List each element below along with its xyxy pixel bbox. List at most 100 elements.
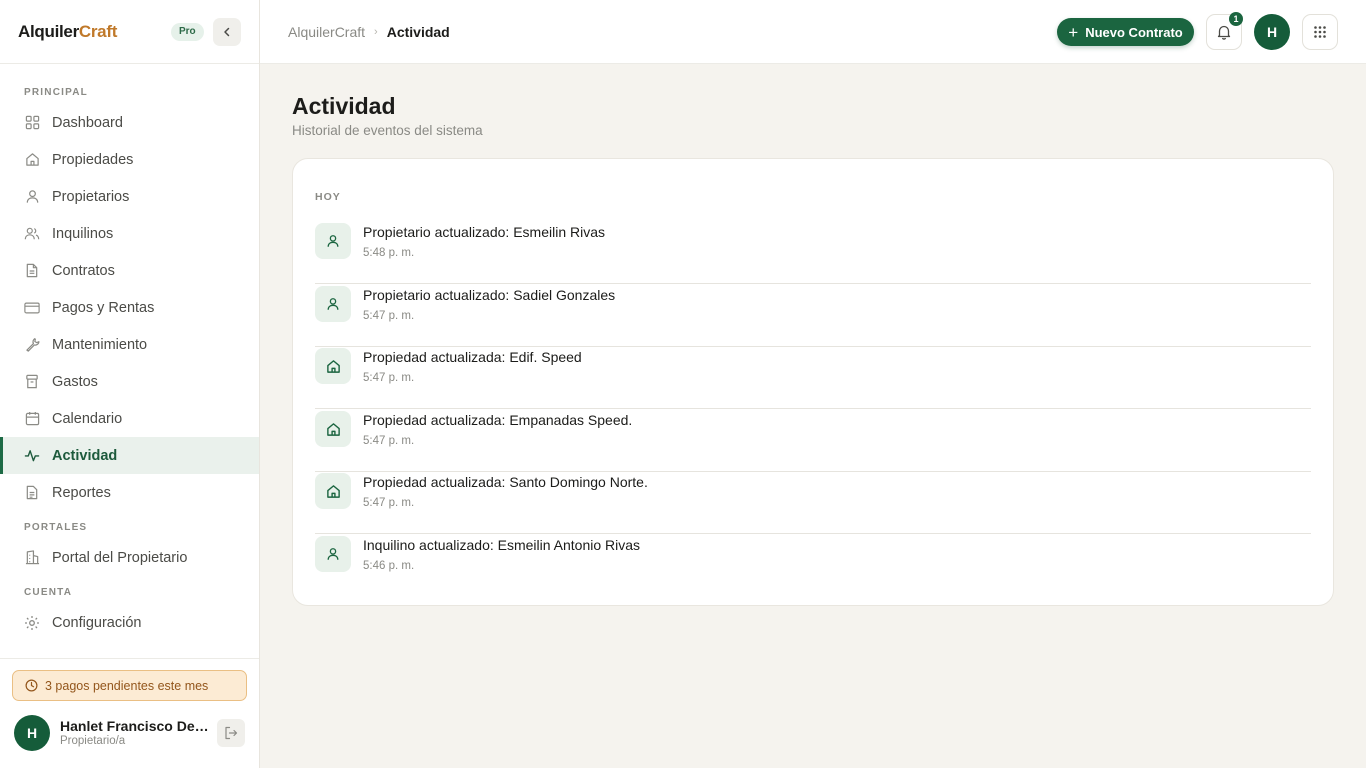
user-icon <box>315 286 351 322</box>
activity-time: 5:47 p. m. <box>363 372 415 384</box>
document-icon <box>24 263 40 279</box>
breadcrumb: AlquilerCraft › Actividad <box>288 24 450 40</box>
sidebar-item-propietarios[interactable]: Propietarios <box>0 178 259 215</box>
breadcrumb-current: Actividad <box>386 24 450 40</box>
sidebar-item-gastos[interactable]: Gastos <box>0 363 259 400</box>
sidebar-item-label: Configuración <box>52 614 142 631</box>
activity-title: Propiedad actualizada: Santo Domingo Nor… <box>363 474 648 490</box>
clock-icon <box>25 679 38 692</box>
user-icon <box>24 189 40 205</box>
calendar-icon <box>24 411 40 427</box>
brand-bar: AlquilerCraft Pro <box>0 0 259 64</box>
users-icon <box>24 226 40 242</box>
sidebar-item-mantenimiento[interactable]: Mantenimiento <box>0 326 259 363</box>
activity-title: Inquilino actualizado: Esmeilin Antonio … <box>363 537 641 553</box>
top-bar: AlquilerCraft › Actividad + Nuevo Contra… <box>260 0 1366 64</box>
building-icon <box>24 550 40 566</box>
sidebar-item-reportes[interactable]: Reportes <box>0 474 259 511</box>
brand-name-part2: Craft <box>78 21 118 41</box>
sidebar-item-inquilinos[interactable]: Inquilinos <box>0 215 259 252</box>
chevron-left-icon <box>224 27 230 37</box>
sidebar-item-calendario[interactable]: Calendario <box>0 400 259 437</box>
house-icon <box>315 411 351 447</box>
house-icon <box>315 473 351 509</box>
new-contract-label: Nuevo Contrato <box>1085 24 1183 40</box>
activity-icon <box>24 448 40 464</box>
group-label-hoy: HOY <box>315 191 341 203</box>
page-subtitle: Historial de eventos del sistema <box>292 123 483 138</box>
breadcrumb-root[interactable]: AlquilerCraft <box>288 24 365 40</box>
logout-button[interactable] <box>217 719 245 747</box>
user-name: Hanlet Francisco De L... <box>60 718 210 734</box>
pending-payments-text: 3 pagos pendientes este mes <box>45 678 209 693</box>
sidebar-item-label: Mantenimiento <box>52 336 148 353</box>
activity-title: Propiedad actualizada: Empanadas Speed. <box>363 412 633 428</box>
sidebar-item-contratos[interactable]: Contratos <box>0 252 259 289</box>
activity-time: 5:47 p. m. <box>363 435 415 447</box>
sidebar-item-label: Gastos <box>52 373 98 390</box>
brand-name-part1: Alquiler <box>18 21 79 41</box>
page-title: Actividad <box>292 93 396 119</box>
activity-title: Propietario actualizado: Sadiel Gonzales <box>363 287 616 303</box>
collapse-sidebar-button[interactable] <box>213 18 241 46</box>
profile-avatar[interactable]: H <box>1254 14 1290 50</box>
sidebar-item-pagos-rentas[interactable]: Pagos y Rentas <box>0 289 259 326</box>
user-avatar[interactable]: H <box>14 715 50 751</box>
activity-title: Propiedad actualizada: Edif. Speed <box>363 349 582 365</box>
brand-logo[interactable]: AlquilerCraft <box>18 22 117 42</box>
user-role: Propietario/a <box>60 735 126 747</box>
sidebar-item-label: Dashboard <box>52 114 123 131</box>
sidebar-item-dashboard[interactable]: Dashboard <box>0 104 259 141</box>
apps-menu-button[interactable] <box>1302 14 1338 50</box>
sidebar-item-label: Inquilinos <box>52 225 114 242</box>
activity-row[interactable]: Propiedad actualizada: Empanadas Speed. … <box>315 410 1311 472</box>
notification-count-badge: 1 <box>1229 12 1243 26</box>
house-icon <box>24 152 40 168</box>
activity-row[interactable]: Inquilino actualizado: Esmeilin Antonio … <box>315 535 1311 597</box>
sidebar-item-configuracion[interactable]: Configuración <box>0 604 259 641</box>
activity-row[interactable]: Propiedad actualizada: Edif. Speed 5:47 … <box>315 347 1311 409</box>
section-label-portales: PORTALES <box>24 522 88 533</box>
pending-payments-alert[interactable]: 3 pagos pendientes este mes <box>12 670 247 701</box>
plus-icon: + <box>1068 22 1079 42</box>
sidebar-item-label: Calendario <box>52 410 123 427</box>
pro-badge: Pro <box>171 23 204 41</box>
new-contract-button[interactable]: + Nuevo Contrato <box>1057 18 1194 46</box>
sidebar-item-label: Contratos <box>52 262 115 279</box>
user-icon <box>315 536 351 572</box>
sidebar-item-label: Reportes <box>52 484 111 501</box>
sidebar-item-label: Propiedades <box>52 151 134 168</box>
sidebar-item-actividad[interactable]: Actividad <box>0 437 259 474</box>
sidebar-footer: 3 pagos pendientes este mes H Hanlet Fra… <box>0 658 259 768</box>
apps-grid-icon <box>1314 26 1326 38</box>
sidebar-item-portal-propietario[interactable]: Portal del Propietario <box>0 539 259 576</box>
house-icon <box>315 348 351 384</box>
activity-row[interactable]: Propietario actualizado: Sadiel Gonzales… <box>315 285 1311 347</box>
gear-icon <box>24 615 40 631</box>
activity-row[interactable]: Propietario actualizado: Esmeilin Rivas … <box>315 222 1311 284</box>
sidebar-item-label: Pagos y Rentas <box>52 299 155 316</box>
activity-row[interactable]: Propiedad actualizada: Santo Domingo Nor… <box>315 472 1311 534</box>
logout-icon <box>225 726 238 740</box>
wrench-icon <box>24 337 40 353</box>
sidebar-item-label: Portal del Propietario <box>52 549 188 566</box>
sidebar-item-label: Propietarios <box>52 188 130 205</box>
activity-time: 5:47 p. m. <box>363 310 415 322</box>
sidebar-item-label: Actividad <box>52 447 118 464</box>
user-icon <box>315 223 351 259</box>
bell-icon <box>1217 25 1231 40</box>
activity-card: HOY Propietario actualizado: Esmeilin Ri… <box>292 158 1334 606</box>
activity-time: 5:48 p. m. <box>363 247 415 259</box>
activity-title: Propietario actualizado: Esmeilin Rivas <box>363 224 605 240</box>
breadcrumb-separator: › <box>374 26 378 38</box>
report-icon <box>24 485 40 501</box>
sidebar-item-propiedades[interactable]: Propiedades <box>0 141 259 178</box>
activity-time: 5:47 p. m. <box>363 497 415 509</box>
section-label-principal: PRINCIPAL <box>24 87 88 98</box>
activity-time: 5:46 p. m. <box>363 560 415 572</box>
credit-card-icon <box>24 300 40 316</box>
section-label-cuenta: CUENTA <box>24 587 73 598</box>
grid-icon <box>24 115 40 131</box>
sidebar: AlquilerCraft Pro PRINCIPAL Dashboard Pr… <box>0 0 260 768</box>
archive-icon <box>24 374 40 390</box>
